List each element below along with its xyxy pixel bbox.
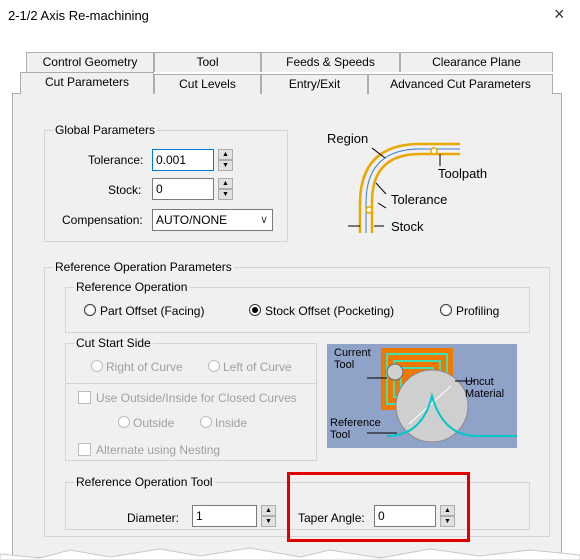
uncut-material-label: Uncut Material xyxy=(465,376,505,400)
tab-clearance-plane[interactable]: Clearance Plane xyxy=(400,52,553,72)
tab-tool[interactable]: Tool xyxy=(154,52,261,72)
inside-radio[interactable] xyxy=(200,416,212,428)
cut-start-side-title: Cut Start Side xyxy=(74,336,153,350)
diagram-region-label: Region xyxy=(327,131,369,146)
reference-operation-title: Reference Operation xyxy=(74,280,190,294)
diameter-spinner[interactable]: ▲ ▼ xyxy=(261,505,276,527)
torn-edge xyxy=(0,547,580,560)
compensation-label: Compensation: xyxy=(62,213,143,227)
alternate-nesting-checkbox[interactable] xyxy=(78,443,91,456)
profiling-radio[interactable] xyxy=(440,304,452,316)
highlight-box xyxy=(287,472,470,542)
compensation-select[interactable]: AUTO/NONE ∨ xyxy=(152,209,273,231)
diagram-toolpath-label: Toolpath xyxy=(438,166,488,181)
alternate-nesting-label: Alternate using Nesting xyxy=(96,443,221,457)
tab-control-geometry[interactable]: Control Geometry xyxy=(26,52,154,72)
stock-offset-label: Stock Offset (Pocketing) xyxy=(265,304,395,318)
tab-feeds-speeds[interactable]: Feeds & Speeds xyxy=(261,52,400,72)
diagram-stock-label: Stock xyxy=(391,219,424,234)
inside-label: Inside xyxy=(215,416,248,430)
reference-operation-parameters-title: Reference Operation Parameters xyxy=(53,260,234,274)
current-tool-label: Current Tool xyxy=(334,347,371,371)
tolerance-label: Tolerance: xyxy=(88,153,144,167)
stock-spinner[interactable]: ▲ ▼ xyxy=(218,178,233,200)
left-of-curve-radio[interactable] xyxy=(208,360,220,372)
close-icon[interactable]: × xyxy=(554,4,565,25)
part-offset-radio[interactable] xyxy=(84,304,96,316)
right-of-curve-radio[interactable] xyxy=(91,360,103,372)
reference-tool-label: Reference Tool xyxy=(330,417,381,441)
compensation-value: AUTO/NONE xyxy=(156,213,228,227)
stock-offset-radio[interactable] xyxy=(249,304,261,316)
global-parameters-title: Global Parameters xyxy=(53,123,158,137)
diameter-label: Diameter: xyxy=(127,511,180,525)
tab-cut-levels[interactable]: Cut Levels xyxy=(154,74,261,94)
diagram-tolerance-label: Tolerance xyxy=(391,192,448,207)
diameter-input[interactable]: 1 xyxy=(192,505,257,527)
window-title: 2-1/2 Axis Re-machining xyxy=(8,8,149,23)
stock-label: Stock: xyxy=(108,183,142,197)
profiling-label: Profiling xyxy=(456,304,500,318)
use-outside-inside-checkbox[interactable] xyxy=(78,391,91,404)
reference-operation-tool-title: Reference Operation Tool xyxy=(74,475,215,489)
tab-cut-parameters[interactable]: Cut Parameters xyxy=(20,72,154,94)
left-of-curve-label: Left of Curve xyxy=(223,360,292,374)
tolerance-input[interactable]: 0.001 xyxy=(152,149,214,171)
right-of-curve-label: Right of Curve xyxy=(106,360,183,374)
tab-advanced-cut-parameters[interactable]: Advanced Cut Parameters xyxy=(368,74,553,94)
outside-label: Outside xyxy=(133,416,175,430)
stock-input[interactable]: 0 xyxy=(152,178,214,200)
part-offset-label: Part Offset (Facing) xyxy=(100,304,205,318)
tab-entry-exit[interactable]: Entry/Exit xyxy=(261,74,368,94)
outside-radio[interactable] xyxy=(118,416,130,428)
tolerance-spinner[interactable]: ▲ ▼ xyxy=(218,149,233,171)
chevron-down-icon: ∨ xyxy=(259,214,268,226)
use-outside-inside-label: Use Outside/Inside for Closed Curves xyxy=(96,391,297,405)
